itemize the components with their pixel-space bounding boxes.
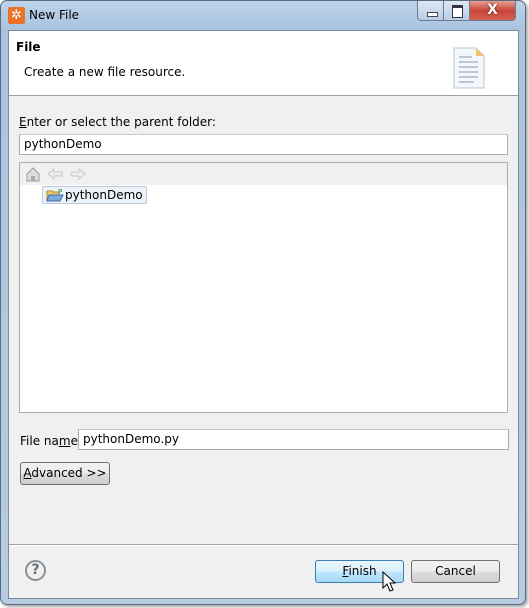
wizard-header: File Create a new file resource. xyxy=(9,31,518,96)
divider xyxy=(9,544,518,546)
new-file-dialog: ✲ New File X File Create a new file reso… xyxy=(0,0,526,605)
tree-item[interactable]: P pythonDemo xyxy=(42,186,147,204)
file-name-input[interactable]: pythonDemo.py xyxy=(78,429,509,450)
close-icon: X xyxy=(487,2,498,18)
folder-tree[interactable]: P pythonDemo xyxy=(19,162,508,413)
window-title: New File xyxy=(29,8,80,22)
dialog-client: File Create a new file resource. Enter o… xyxy=(8,30,519,599)
back-icon[interactable] xyxy=(47,167,63,181)
tree-toolbar xyxy=(20,163,507,185)
page-title: File xyxy=(16,40,41,54)
home-icon[interactable] xyxy=(25,166,41,182)
help-button[interactable]: ? xyxy=(25,560,46,581)
svg-text:P: P xyxy=(58,188,62,196)
python-project-folder-icon: P xyxy=(46,188,64,202)
cancel-button[interactable]: Cancel xyxy=(411,560,500,583)
file-name-label: File name: xyxy=(20,434,82,448)
parent-folder-input[interactable]: pythonDemo xyxy=(19,134,508,155)
parent-folder-label: Enter or select the parent folder: xyxy=(19,115,216,129)
forward-icon[interactable] xyxy=(70,167,86,181)
advanced-button[interactable]: Advanced >> xyxy=(20,462,110,485)
page-description: Create a new file resource. xyxy=(24,65,186,79)
document-icon xyxy=(453,47,485,89)
close-button[interactable]: X xyxy=(470,1,516,21)
help-icon: ? xyxy=(31,562,40,578)
minimize-button[interactable] xyxy=(417,1,444,21)
gear-icon: ✲ xyxy=(8,7,25,24)
maximize-button[interactable] xyxy=(444,1,470,21)
tree-item-label: pythonDemo xyxy=(65,188,143,202)
mouse-cursor-icon xyxy=(382,571,396,592)
window-controls: X xyxy=(417,1,516,21)
